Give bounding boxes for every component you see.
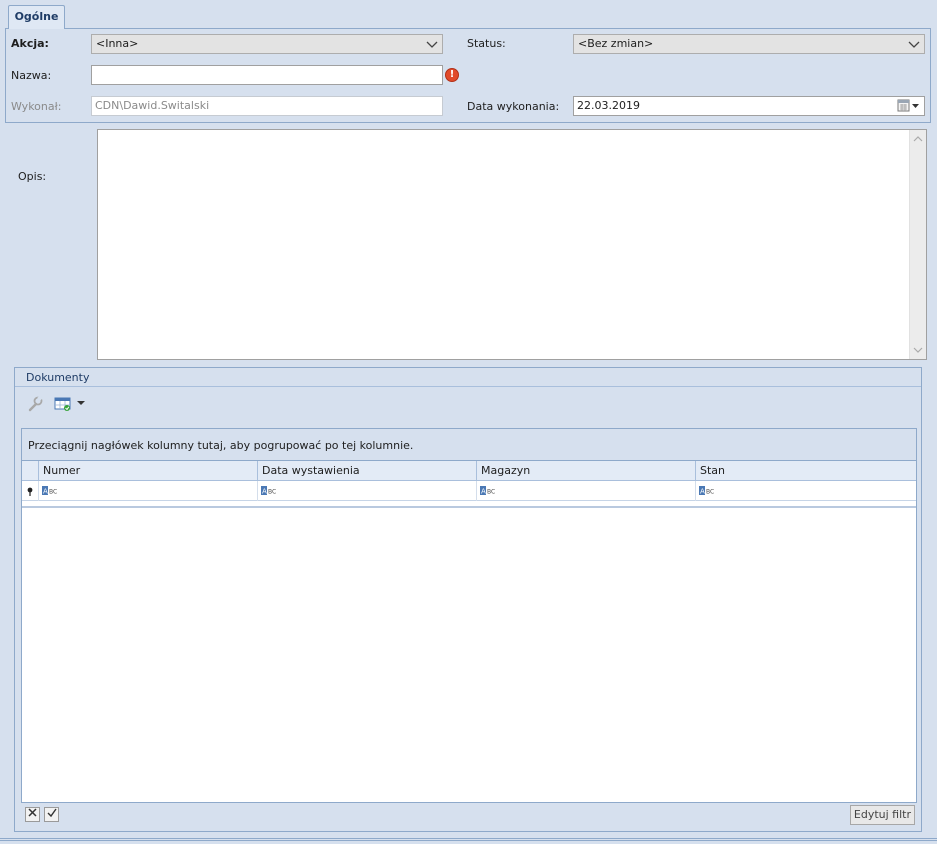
calendar-icon[interactable] xyxy=(896,99,922,113)
data-wykonania-label: Data wykonania: xyxy=(467,100,560,113)
window-bottom-border xyxy=(0,838,937,841)
column-header-data-wystawienia[interactable]: Data wystawienia xyxy=(257,461,476,480)
svg-text:BC: BC xyxy=(706,489,714,496)
clear-filter-button[interactable] xyxy=(25,807,40,822)
svg-text:BC: BC xyxy=(49,489,57,496)
close-icon xyxy=(28,808,37,817)
abc-text-filter-icon: A BC xyxy=(480,486,495,496)
grid-footer: Edytuj filtr xyxy=(21,803,917,827)
edit-filter-button[interactable]: Edytuj filtr xyxy=(849,805,915,825)
svg-text:A: A xyxy=(43,488,48,496)
filter-row: A BC A BC A BC A BC xyxy=(22,481,916,501)
opis-scrollbar[interactable] xyxy=(909,130,926,359)
checkmark-icon xyxy=(47,808,57,818)
chevron-down-icon xyxy=(908,41,920,48)
chevron-down-icon[interactable] xyxy=(913,347,923,354)
grid-separator xyxy=(22,506,916,508)
status-combobox[interactable]: <Bez zmian> xyxy=(573,34,925,54)
data-wykonania-value: 22.03.2019 xyxy=(577,99,640,112)
chevron-down-icon xyxy=(426,41,438,48)
svg-text:A: A xyxy=(700,488,705,496)
filter-cell-numer[interactable]: A BC xyxy=(38,481,257,501)
svg-text:A: A xyxy=(262,488,267,496)
abc-text-filter-icon: A BC xyxy=(261,486,276,496)
status-value: <Bez zmian> xyxy=(578,37,654,50)
wykonal-label: Wykonał: xyxy=(11,100,62,113)
column-header-stan[interactable]: Stan xyxy=(695,461,916,480)
general-panel: Akcja: <Inna> Status: <Bez zmian> Nazwa:… xyxy=(5,28,931,123)
abc-text-filter-icon: A BC xyxy=(42,486,57,496)
nazwa-label: Nazwa: xyxy=(11,69,52,82)
dokumenty-group: Dokumenty Przeciągnij nagłówek kolumny t… xyxy=(14,367,922,832)
opis-textarea[interactable] xyxy=(97,129,927,360)
dropdown-arrow-icon[interactable] xyxy=(77,401,85,406)
svg-text:A: A xyxy=(481,488,486,496)
opis-label: Opis: xyxy=(18,170,47,183)
filter-cell-stan[interactable]: A BC xyxy=(695,481,916,501)
svg-text:BC: BC xyxy=(268,489,276,496)
filter-cell-data-wystawienia[interactable]: A BC xyxy=(257,481,476,501)
data-wykonania-input[interactable]: 22.03.2019 xyxy=(573,96,925,116)
table-refresh-icon[interactable] xyxy=(54,397,72,412)
akcja-value: <Inna> xyxy=(96,37,139,50)
svg-text:BC: BC xyxy=(487,489,495,496)
wrench-icon[interactable] xyxy=(27,396,43,412)
tab-ogolne[interactable]: Ogólne xyxy=(8,5,65,29)
status-label: Status: xyxy=(467,37,506,50)
wykonal-field: CDN\Dawid.Switalski xyxy=(91,96,443,116)
column-header-numer[interactable]: Numer xyxy=(38,461,257,480)
filter-enabled-checkbox[interactable] xyxy=(44,807,59,822)
nazwa-input[interactable] xyxy=(91,65,443,85)
group-by-panel[interactable]: Przeciągnij nagłówek kolumny tutaj, aby … xyxy=(22,429,916,461)
column-header-magazyn[interactable]: Magazyn xyxy=(476,461,695,480)
exclamation-circle-icon: ! xyxy=(445,68,459,82)
chevron-up-icon[interactable] xyxy=(913,135,923,142)
documents-grid: Przeciągnij nagłówek kolumny tutaj, aby … xyxy=(21,428,917,803)
akcja-combobox[interactable]: <Inna> xyxy=(91,34,443,54)
dokumenty-header: Dokumenty xyxy=(15,368,921,387)
pin-icon xyxy=(27,487,33,496)
grid-header-row: Numer Data wystawienia Magazyn Stan xyxy=(22,461,916,481)
abc-text-filter-icon: A BC xyxy=(699,486,714,496)
filter-cell-magazyn[interactable]: A BC xyxy=(476,481,695,501)
akcja-label: Akcja: xyxy=(11,37,49,50)
